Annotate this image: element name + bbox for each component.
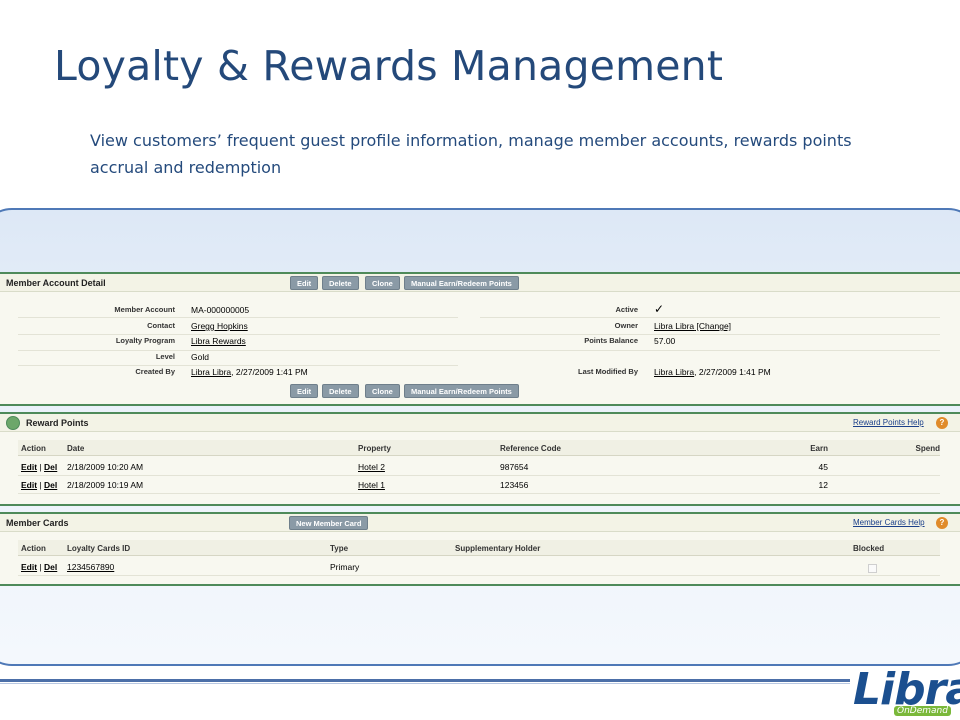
row-delete-link[interactable]: Del <box>44 462 57 472</box>
row-edit-link[interactable]: Edit <box>21 562 37 572</box>
blocked-checkbox <box>868 564 877 573</box>
modified-by-user-link[interactable]: Libra Libra <box>654 367 694 377</box>
footer-line <box>0 679 850 682</box>
col-action: Action <box>21 544 46 553</box>
col-supplementary-holder: Supplementary Holder <box>455 544 541 553</box>
field-label-active: Active <box>615 305 638 314</box>
member-account-header: Member Account Detail Edit Delete Clone … <box>0 272 960 292</box>
col-blocked: Blocked <box>853 544 885 553</box>
owner-link[interactable]: Libra Libra <box>654 321 694 331</box>
field-label-member-account: Member Account <box>114 305 175 314</box>
loyalty-program-link[interactable]: Libra Rewards <box>191 336 246 346</box>
row-delete-link[interactable]: Del <box>44 562 57 572</box>
card-type: Primary <box>330 562 360 572</box>
reward-points-header: Reward Points Reward Points Help ? <box>0 412 960 432</box>
active-check-icon: ✓ <box>654 302 665 316</box>
col-reference-code: Reference Code <box>500 444 561 453</box>
reward-points-icon <box>6 416 20 430</box>
table-row-action: Edit | Del <box>21 480 57 490</box>
field-value-level: Gold <box>191 352 209 362</box>
col-spend: Spend <box>915 444 940 453</box>
divider <box>18 365 458 366</box>
divider <box>18 575 940 576</box>
col-date: Date <box>67 444 85 453</box>
row-earn: 45 <box>818 462 828 472</box>
footer-line-accent <box>0 683 850 684</box>
divider <box>18 493 940 494</box>
action-separator: | <box>39 562 42 572</box>
change-owner-link[interactable]: [Change] <box>694 321 732 331</box>
field-label-last-modified-by: Last Modified By <box>577 367 638 376</box>
libra-logo-tagline: OnDemand <box>894 706 951 716</box>
field-value-created-by: Libra Libra, 2/27/2009 1:41 PM <box>191 367 308 377</box>
manual-earn-redeem-button[interactable]: Manual Earn/Redeem Points <box>404 276 519 290</box>
table-row-action: Edit | Del <box>21 462 57 472</box>
col-earn: Earn <box>810 444 828 453</box>
reward-points-panel: Reward Points Reward Points Help ? Actio… <box>0 412 960 506</box>
divider <box>18 350 940 351</box>
contact-link[interactable]: Gregg Hopkins <box>191 321 248 331</box>
row-property-link[interactable]: Hotel 2 <box>358 462 385 472</box>
divider <box>480 317 940 318</box>
delete-button[interactable]: Delete <box>322 276 359 290</box>
reward-points-help-link[interactable]: Reward Points Help <box>853 418 924 427</box>
field-label-owner: Owner <box>614 321 638 330</box>
manual-earn-redeem-button-bottom[interactable]: Manual Earn/Redeem Points <box>404 384 519 398</box>
field-value-owner: Libra Libra [Change] <box>654 321 731 331</box>
member-account-detail-panel: Member Account Detail Edit Delete Clone … <box>0 272 960 406</box>
field-value-points-balance: 57.00 <box>654 336 676 346</box>
action-separator: | <box>39 462 42 472</box>
slide-title: Loyalty & Rewards Management <box>54 42 724 90</box>
row-edit-link[interactable]: Edit <box>21 480 37 490</box>
table-row-action: Edit | Del <box>21 562 57 572</box>
field-label-loyalty-program: Loyalty Program <box>115 336 175 345</box>
col-loyalty-cards-id: Loyalty Cards ID <box>67 544 131 553</box>
divider <box>18 475 940 476</box>
row-reference-code: 987654 <box>500 462 529 472</box>
modified-by-date: , 2/27/2009 1:41 PM <box>694 367 771 377</box>
divider <box>18 334 940 335</box>
row-property-link[interactable]: Hotel 1 <box>358 480 385 490</box>
member-cards-help-link[interactable]: Member Cards Help <box>853 518 925 527</box>
col-type: Type <box>330 544 349 553</box>
member-cards-title: Member Cards <box>6 518 69 528</box>
row-delete-link[interactable]: Del <box>44 480 57 490</box>
field-value-member-account: MA-000000005 <box>191 305 250 315</box>
member-account-title: Member Account Detail <box>6 278 106 288</box>
member-cards-header: Member Cards New Member Card Member Card… <box>0 512 960 532</box>
row-edit-link[interactable]: Edit <box>21 462 37 472</box>
clone-button[interactable]: Clone <box>365 276 400 290</box>
reward-points-table-header <box>18 440 940 456</box>
row-date: 2/18/2009 10:20 AM <box>67 462 144 472</box>
slide-subtitle: View customers’ frequent guest profile i… <box>90 131 852 177</box>
help-icon[interactable]: ? <box>936 417 948 429</box>
created-by-user-link[interactable]: Libra Libra <box>191 367 231 377</box>
edit-button-bottom[interactable]: Edit <box>290 384 319 398</box>
delete-button-bottom[interactable]: Delete <box>322 384 359 398</box>
member-cards-panel: Member Cards New Member Card Member Card… <box>0 512 960 586</box>
action-separator: | <box>39 480 42 490</box>
field-label-contact: Contact <box>147 321 175 330</box>
field-label-level: Level <box>155 352 175 361</box>
row-earn: 12 <box>818 480 828 490</box>
card-id-link[interactable]: 1234567890 <box>67 562 114 572</box>
new-member-card-button[interactable]: New Member Card <box>289 516 369 530</box>
edit-button[interactable]: Edit <box>290 276 319 290</box>
created-by-date: , 2/27/2009 1:41 PM <box>231 367 308 377</box>
clone-button-bottom[interactable]: Clone <box>365 384 400 398</box>
col-property: Property <box>358 444 391 453</box>
field-label-created-by: Created By <box>135 367 175 376</box>
col-action: Action <box>21 444 46 453</box>
row-date: 2/18/2009 10:19 AM <box>67 480 144 490</box>
divider <box>18 317 458 318</box>
reward-points-title: Reward Points <box>26 418 89 428</box>
field-label-points-balance: Points Balance <box>584 336 638 345</box>
field-value-last-modified-by: Libra Libra, 2/27/2009 1:41 PM <box>654 367 771 377</box>
help-icon[interactable]: ? <box>936 517 948 529</box>
row-reference-code: 123456 <box>500 480 529 490</box>
